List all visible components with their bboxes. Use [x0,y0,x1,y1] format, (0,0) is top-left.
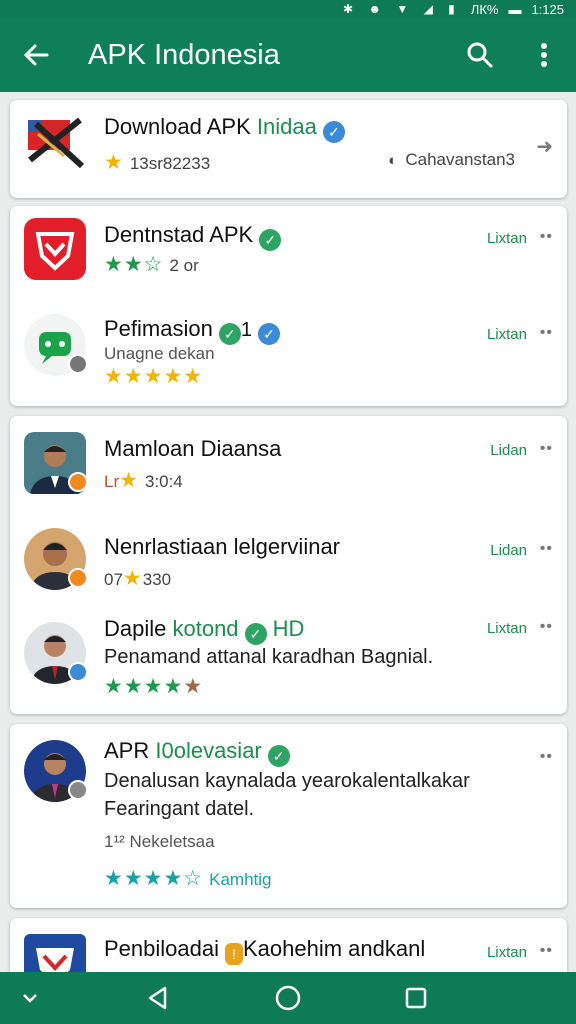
four-star-icon: ★★★★☆ [104,867,204,890]
app-subtitle: Unagne dekan [104,344,215,363]
verified-badge-icon: ✓ [322,121,345,143]
list-item[interactable]: Dentnstad APK ✓ ★★☆ 2 or Lixtan •• [10,206,567,302]
four-star-icon: ★★★★ [104,675,184,698]
chevron-down-icon[interactable] [0,972,60,1024]
star-icon: ★ [183,675,204,698]
star-icon: ★ [119,469,139,492]
more-dots-icon[interactable]: •• [540,540,553,558]
more-dots-icon[interactable]: •• [540,440,553,458]
category-label: ◐ Cahavanstan3 [388,150,515,169]
install-link[interactable]: Lixtan [487,620,527,637]
status-time: 1:125 [531,1,564,17]
app-card[interactable]: Download APK Inidaa ✓ ★ 13sr82233 ◐ Cahavan… [10,100,567,198]
install-link[interactable]: Lidan [490,542,527,559]
developer-avatar [24,622,88,684]
rating: 07★330 [104,567,172,590]
info-badge-icon: ✓ [257,323,280,345]
app-title[interactable]: Download APK Inidaa ✓ [104,114,345,143]
shield-app-icon [24,218,86,280]
app-title[interactable]: Pefimasion ✓ 1 ✓ [104,316,280,345]
verified-badge-icon: ✓ [244,623,267,645]
more-vert-icon[interactable] [512,18,576,92]
more-dots-icon[interactable]: •• [540,324,553,342]
list-item[interactable]: Dapile kotond ✓ HD Penamand attanal karad… [10,608,567,714]
star-rating-icon: ★★☆ [104,253,164,276]
app-title[interactable]: Mamloan Diaansa [104,436,281,462]
app-description-line-1: Denalusan kaynalada yearokalentalkakar [104,770,470,792]
install-link[interactable]: Lixtan [487,230,527,247]
five-star-icon: ★★★★★ [104,365,204,388]
recents-square-icon[interactable] [386,972,446,1024]
app-title[interactable]: Nenrlastiaan lelgerviinar [104,534,340,560]
verified-badge-icon: ✓ [218,323,241,345]
home-circle-icon[interactable] [258,972,318,1024]
star-icon: ★ [122,567,143,590]
arrow-left-icon[interactable] [0,18,72,92]
share-arrow-icon[interactable]: ➜ [536,134,553,159]
search-icon[interactable] [448,18,512,92]
app-description-line-2: Fearingant datel. [104,798,255,820]
list-item[interactable]: Mamloan Diaansa Lr★ 3:0:4 Lidan •• [10,416,567,516]
verified-badge-icon: ✓ [259,229,282,251]
document-icon: ◐ [388,152,398,169]
system-nav-bar [0,972,576,1024]
developer-avatar [24,528,88,590]
list-item[interactable]: Nenrlastiaan lelgerviinar 07★330 Lidan •… [10,516,567,608]
battery-icon: ▬ [508,1,522,17]
install-link[interactable]: Lidan [490,442,527,459]
rating-meta: 13sr82233 [129,154,211,173]
app-title[interactable]: APR I0olevasiar ✓ [104,738,290,767]
app-title[interactable]: Dentnstad APK ✓ [104,222,282,251]
app-description: Penamand attanal karadhan Bagnial. [104,646,434,668]
more-dots-icon[interactable]: •• [540,228,553,246]
more-dots-icon[interactable]: •• [540,748,553,766]
star-icon: ★ [104,151,124,174]
chat-app-icon [24,314,88,376]
install-link[interactable]: Lixtan [487,326,527,343]
rating: Lr★ 3:0:4 [104,469,183,492]
rating: ★★★★☆ Kamhtig [104,867,272,890]
more-dots-icon[interactable]: •• [540,942,553,960]
app-title[interactable]: Dapile kotond ✓ HD [104,616,304,645]
app-card[interactable]: APR I0olevasiar ✓ Denalusan kaynalada yea… [10,724,567,908]
more-dots-icon[interactable]: •• [540,618,553,636]
install-link[interactable]: Lixtan [487,944,527,961]
status-bar: ✱ ☻ ▼ ◢ ▮ ЛК% ▬ 1:125 [0,0,576,18]
app-bar: APK Indonesia [0,18,576,92]
developer-avatar [24,740,88,802]
app-meta: 1¹² Nekeletsaa [104,832,215,851]
app-list-card: Dentnstad APK ✓ ★★☆ 2 or Lixtan •• Pefimas… [10,206,567,406]
app-list-card: Mamloan Diaansa Lr★ 3:0:4 Lidan •• Nenrla… [10,416,567,714]
rating: ★★★★★ [104,674,203,699]
battery-text: ЛК% [470,1,499,17]
page-title: APK Indonesia [88,38,280,71]
rating: ★ 13sr82233 [104,150,210,175]
lock-badge-icon: ! [224,943,243,965]
rating: ★★☆ 2 or [104,253,199,276]
app-title[interactable]: Penbiloadai! Kaohehim andkanl [104,936,425,965]
status-icons: ✱ ☻ ▼ ◢ ▮ [343,2,461,16]
list-item[interactable]: Pefimasion ✓ 1 ✓ Unagne dekan ★★★★★ Lixtan … [10,302,567,406]
flag-app-icon [24,112,86,174]
verified-badge-icon: ✓ [267,745,290,767]
developer-avatar [24,432,88,494]
back-triangle-icon[interactable] [128,972,188,1024]
rating: ★★★★★ [104,364,203,389]
